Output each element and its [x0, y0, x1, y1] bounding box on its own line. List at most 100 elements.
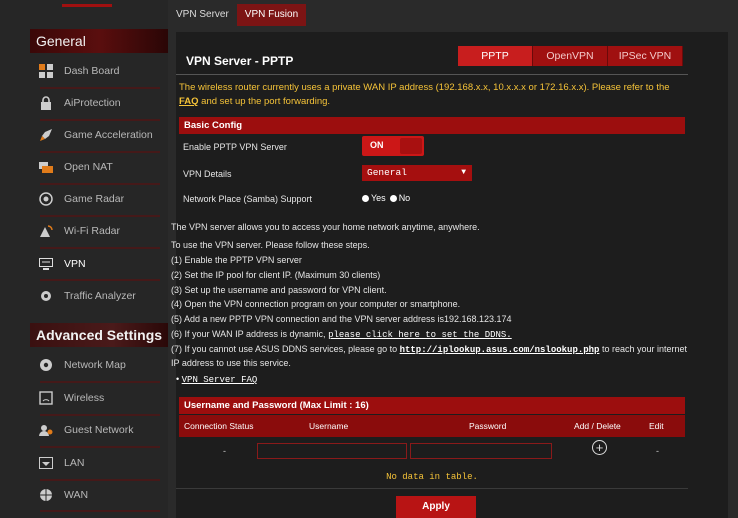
divider [40, 479, 160, 481]
traffic-icon [38, 288, 54, 304]
sidebar-item-label: Open NAT [64, 161, 113, 173]
divider [40, 215, 160, 217]
sidebar-item-network-map[interactable]: Network Map [30, 352, 162, 378]
divider [40, 381, 160, 383]
divider [40, 446, 160, 448]
warning-notice: The wireless router currently uses a pri… [179, 81, 683, 109]
col-edit: Edit [649, 421, 664, 431]
sidebar-group-advanced: Advanced Settings [30, 323, 168, 347]
page-title: VPN Server - PPTP [186, 54, 294, 68]
vpn-details-select[interactable]: General ▼ [362, 165, 472, 181]
lock-icon [38, 95, 54, 111]
divider [40, 279, 160, 281]
notice-text: The wireless router currently uses a pri… [179, 82, 670, 93]
toggle-knob [400, 138, 422, 154]
sidebar-item-game-radar[interactable]: Game Radar [30, 186, 162, 212]
sidebar-item-lan[interactable]: LAN [30, 450, 162, 476]
status-placeholder: - [223, 446, 226, 456]
sidebar-item-traffic-analyzer[interactable]: Traffic Analyzer [30, 283, 162, 309]
instruction-step-3: (3) Set up the username and password for… [171, 285, 387, 295]
col-add-delete: Add / Delete [574, 421, 621, 431]
protocol-openvpn[interactable]: OpenVPN [533, 46, 608, 66]
tab-vpn-fusion[interactable]: VPN Fusion [236, 4, 307, 26]
basic-config-header: Basic Config [179, 117, 685, 134]
samba-yes-radio[interactable] [362, 194, 369, 202]
instruction-step-7: (7) If you cannot use ASUS DDNS services… [171, 343, 687, 357]
main-content: VPN Server VPN Fusion VPN Server - PPTP … [168, 0, 738, 518]
divider [40, 151, 160, 153]
tab-bar: VPN Server VPN Fusion [168, 4, 307, 26]
protocol-switch: PPTP OpenVPN IPSec VPN [458, 46, 683, 66]
sidebar-item-label: VPN [64, 258, 86, 270]
divider [40, 119, 160, 121]
sidebar-item-label: AiProtection [64, 97, 121, 109]
add-entry-icon[interactable]: + [592, 440, 607, 455]
user-table-header: Username and Password (Max Limit : 16) [179, 397, 685, 414]
sidebar-item-dashboard[interactable]: Dash Board [30, 58, 162, 84]
enable-pptp-label: Enable PPTP VPN Server [183, 142, 287, 152]
instruction-step-7-cont: IP address to use this service. [171, 358, 291, 368]
faq-link[interactable]: FAQ [179, 96, 199, 107]
instruction-step-5: (5) Add a new PPTP VPN connection and th… [171, 314, 512, 324]
table-column-headers: Connection Status Username Password Add … [179, 415, 685, 437]
sidebar-item-label: Game Acceleration [64, 129, 153, 141]
protocol-ipsec[interactable]: IPSec VPN [608, 46, 683, 66]
sidebar-item-vpn[interactable]: VPN [30, 251, 162, 277]
divider [40, 510, 160, 512]
sidebar-item-label: Guest Network [64, 424, 134, 436]
col-username: Username [309, 421, 349, 431]
lan-icon [38, 455, 54, 471]
wireless-icon [38, 390, 54, 406]
ddns-link[interactable]: please click here to set the DDNS. [328, 330, 512, 340]
network-map-icon [38, 357, 54, 373]
vpn-icon [38, 256, 54, 272]
sidebar-item-label: LAN [64, 457, 85, 469]
sidebar-item-label: Wi-Fi Radar [64, 225, 121, 237]
tab-vpn-server[interactable]: VPN Server [168, 4, 237, 26]
divider [176, 488, 688, 489]
sidebar-item-label: WAN [64, 489, 89, 501]
edit-placeholder: - [656, 446, 659, 456]
enable-pptp-toggle[interactable]: ON [362, 136, 424, 156]
sidebar-item-label: Wireless [64, 392, 105, 404]
apply-button[interactable]: Apply [396, 496, 476, 518]
instruction-step-4: (4) Open the VPN connection program on y… [171, 299, 461, 309]
instruction-step-2: (2) Set the IP pool for client IP. (Maxi… [171, 270, 381, 280]
sidebar-item-wireless[interactable]: Wireless [30, 385, 162, 411]
sidebar: General Dash Board AiProtection Game Acc… [0, 0, 168, 518]
sidebar-group-general: General [30, 29, 168, 53]
password-input[interactable] [410, 443, 552, 459]
divider [40, 183, 160, 185]
samba-label: Network Place (Samba) Support [183, 194, 313, 204]
vpn-server-faq-link[interactable]: VPN Server FAQ [182, 375, 258, 385]
rocket-icon [38, 127, 54, 143]
sidebar-item-label: Traffic Analyzer [64, 290, 136, 302]
table-empty-message: No data in table. [386, 472, 478, 482]
divider [40, 87, 160, 89]
divider [40, 247, 160, 249]
notice-text-end: and set up the port forwarding. [198, 96, 331, 107]
samba-no-radio[interactable] [389, 194, 397, 202]
sidebar-item-open-nat[interactable]: Open NAT [30, 154, 162, 180]
instruction-step-1: (1) Enable the PPTP VPN server [171, 255, 302, 265]
open-nat-icon [38, 159, 54, 175]
nslookup-link[interactable]: http://iplookup.asus.com/nslookup.php [400, 345, 600, 355]
instructions-steps-intro: To use the VPN server. Please follow the… [171, 240, 370, 250]
sidebar-accent [62, 4, 112, 7]
step-7-text-end: to reach your internet [599, 344, 688, 354]
vpn-details-label: VPN Details [183, 169, 232, 179]
sidebar-item-wan[interactable]: WAN [30, 482, 162, 508]
username-input[interactable] [257, 443, 407, 459]
toggle-state: ON [370, 140, 384, 150]
col-password: Password [469, 421, 507, 431]
sidebar-item-game-acceleration[interactable]: Game Acceleration [30, 122, 162, 148]
sidebar-item-wifi-radar[interactable]: Wi-Fi Radar [30, 218, 162, 244]
step-6-text: (6) If your WAN IP address is dynamic, [171, 329, 329, 339]
radar-icon [38, 191, 54, 207]
sidebar-item-guest-network[interactable]: Guest Network [30, 417, 162, 443]
caret-down-icon: ▼ [461, 168, 466, 177]
divider [40, 414, 160, 416]
sidebar-item-aiprotection[interactable]: AiProtection [30, 90, 162, 116]
protocol-pptp[interactable]: PPTP [458, 46, 533, 66]
dashboard-icon [38, 63, 54, 79]
